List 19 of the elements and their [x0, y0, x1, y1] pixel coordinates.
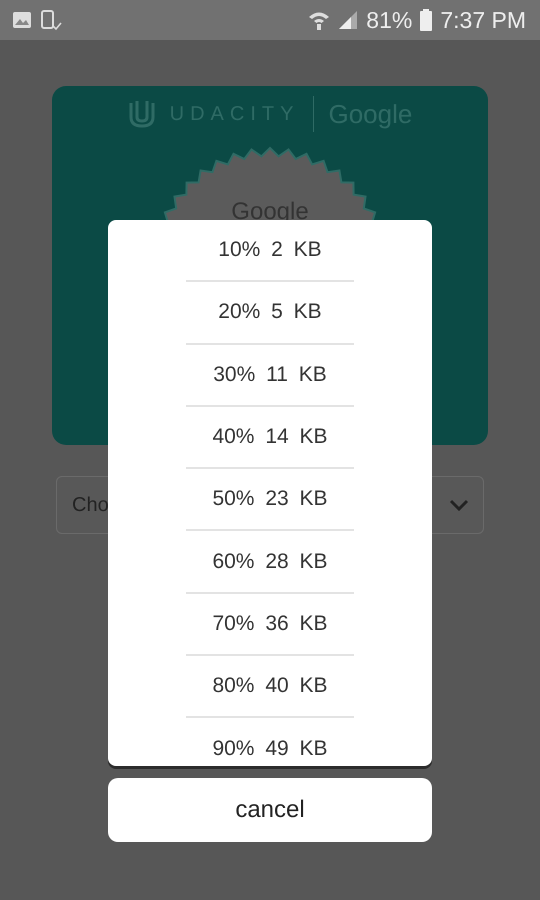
clock: 7:37 PM — [440, 6, 526, 34]
size-option[interactable]: 60% 28 KB — [212, 550, 328, 574]
size-option[interactable]: 30% 11 KB — [213, 362, 327, 387]
wifi-icon — [308, 10, 330, 30]
chevron-down-icon — [449, 499, 469, 511]
cancel-button[interactable]: cancel — [108, 778, 432, 842]
size-option[interactable]: 20% 5 KB — [218, 300, 322, 324]
size-option[interactable]: 50% 23 KB — [212, 487, 328, 512]
phone-check-icon — [40, 9, 62, 31]
size-option[interactable]: 80% 40 KB — [212, 674, 328, 698]
battery-icon — [420, 9, 432, 31]
size-option[interactable]: 40% 14 KB — [212, 425, 328, 450]
battery-percent: 81% — [366, 6, 412, 34]
signal-icon — [338, 10, 358, 30]
brand-logo-icon — [128, 99, 156, 129]
gallery-icon — [12, 11, 32, 29]
size-option[interactable]: 90% 49 KB — [212, 736, 328, 761]
size-option[interactable]: 70% 36 KB — [212, 612, 328, 636]
size-option[interactable]: 10% 2 KB — [218, 238, 322, 262]
